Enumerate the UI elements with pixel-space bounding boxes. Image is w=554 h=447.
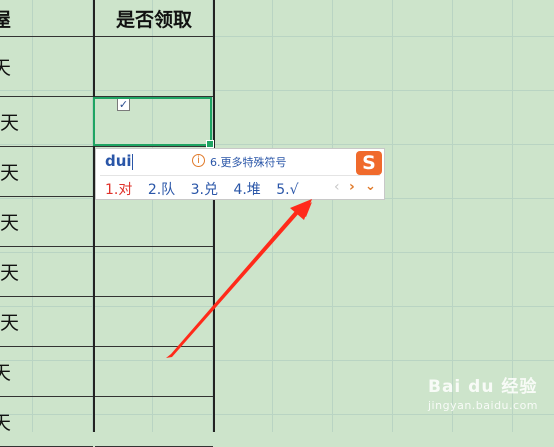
baidu-watermark: Bai du 经验 jingyan.baidu.com	[428, 372, 538, 412]
arrow-shaft	[166, 202, 312, 358]
watermark-brand: Bai du 经验	[428, 377, 538, 397]
watermark-site: jingyan.baidu.com	[428, 399, 539, 412]
annotation-arrow-icon	[166, 199, 312, 358]
